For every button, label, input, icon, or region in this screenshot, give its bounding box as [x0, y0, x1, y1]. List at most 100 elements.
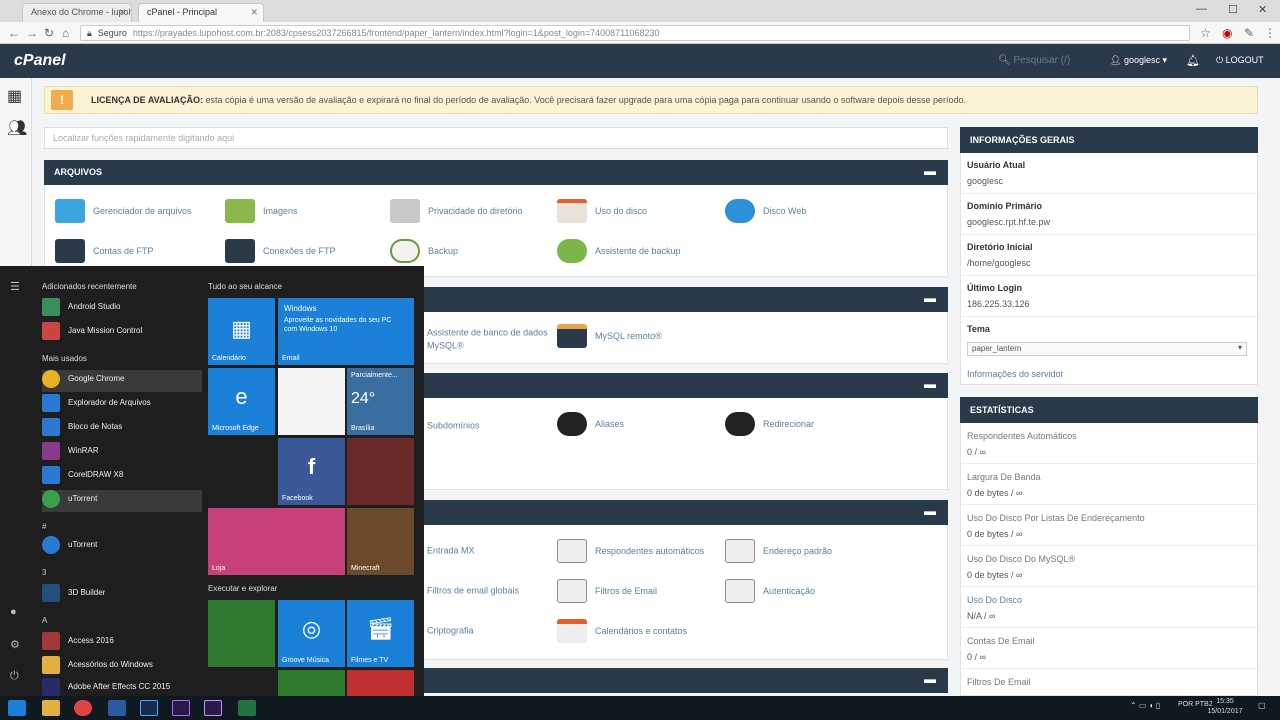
after-effects-icon[interactable]: [204, 700, 222, 716]
cpanel-logo[interactable]: cPanel: [14, 52, 66, 70]
collapse-icon[interactable]: ▬: [924, 672, 936, 686]
start-app-item[interactable]: Java Mission Control: [42, 322, 202, 344]
letter-heading[interactable]: A: [42, 616, 47, 625]
backup-link[interactable]: Backup: [390, 239, 458, 263]
autoresponders-link[interactable]: Respondentes automáticos: [557, 539, 704, 563]
films-tile[interactable]: 🎬︎ Filmes e TV: [347, 600, 414, 667]
url-input[interactable]: 🔒︎ Seguro https://prayades.lupohost.com.br…: [80, 25, 1190, 41]
calendars-contacts-link[interactable]: Calendários e contatos: [557, 619, 687, 643]
extension-icon[interactable]: ✎: [1244, 26, 1254, 40]
maximize-icon[interactable]: ☐: [1228, 3, 1238, 16]
logout-button[interactable]: ⏻ LOGOUT: [1216, 55, 1264, 66]
header-search[interactable]: 🔍︎ Pesquisar (/): [998, 55, 1070, 66]
global-filters-link[interactable]: Filtros de email globais: [427, 585, 519, 596]
calendar-tile[interactable]: ▦ Calendário: [208, 298, 275, 365]
bell-icon[interactable]: 🔔︎: [1186, 54, 1200, 67]
opera-icon[interactable]: ◉: [1222, 26, 1232, 40]
default-address-link[interactable]: Endereço padrão: [725, 539, 832, 563]
collapse-icon[interactable]: ▬: [924, 164, 936, 178]
edge-tile[interactable]: e Microsoft Edge: [208, 368, 275, 435]
start-app-item[interactable]: uTorrent: [42, 490, 202, 512]
windows-start-icon[interactable]: [8, 700, 26, 716]
users-icon[interactable]: 👥︎: [7, 118, 27, 138]
disk-usage-link[interactable]: Uso do disco: [557, 199, 647, 223]
facebook-tile[interactable]: f Facebook: [278, 438, 345, 505]
start-app-item[interactable]: Access 2016: [42, 632, 202, 654]
images-link[interactable]: Imagens: [225, 199, 298, 223]
settings-icon[interactable]: ⚙: [10, 638, 20, 651]
weather-tile[interactable]: Parcialmente... 24° Brasília: [347, 368, 414, 435]
game-tile[interactable]: [347, 670, 414, 696]
start-app-item[interactable]: Android Studio: [42, 298, 202, 320]
encryption-link[interactable]: Criptografia: [427, 625, 474, 636]
directory-privacy-link[interactable]: Privacidade do diretório: [390, 199, 523, 223]
start-app-item[interactable]: WinRAR: [42, 442, 202, 464]
start-app-item[interactable]: Explorador de Arquivos: [42, 394, 202, 416]
forward-icon[interactable]: →: [26, 26, 38, 40]
stat-row[interactable]: Uso Do Disco N/A / ∞: [967, 595, 1253, 621]
grid-icon[interactable]: ▦: [7, 86, 22, 106]
stat-label[interactable]: Uso Do Disco: [967, 595, 1253, 605]
close-icon[interactable]: ✕: [118, 7, 126, 18]
word-icon[interactable]: [108, 700, 126, 716]
tray-icons[interactable]: ⌃ ▭ ◖ ▯: [1130, 701, 1160, 710]
remote-mysql-link[interactable]: MySQL remoto®: [557, 324, 662, 348]
collapse-icon[interactable]: ▬: [924, 291, 936, 305]
section-header-arquivos[interactable]: ARQUIVOS ▬: [44, 160, 948, 185]
subdomains-link[interactable]: Subdomínios: [427, 420, 480, 431]
browser-tab-active[interactable]: cPanel - Principal ✕: [138, 3, 264, 22]
notifications-icon[interactable]: ▢: [1258, 701, 1266, 710]
email-filters-link[interactable]: Filtros de Email: [557, 579, 657, 603]
file-explorer-icon[interactable]: [42, 700, 60, 716]
xbox-tile[interactable]: [208, 600, 275, 667]
start-app-item[interactable]: Google Chrome: [42, 370, 202, 392]
theme-select[interactable]: paper_lantern ▾: [967, 342, 1247, 356]
chrome-icon[interactable]: [74, 700, 92, 716]
start-app-item[interactable]: Bloco de Notas: [42, 418, 202, 440]
user-menu[interactable]: 👤︎ googlesc ▾: [1110, 55, 1167, 66]
start-app-item[interactable]: Acessórios do Windows: [42, 656, 202, 678]
premiere-icon[interactable]: [172, 700, 190, 716]
minecraft-tile[interactable]: Minecraft: [347, 508, 414, 575]
minimize-icon[interactable]: —: [1196, 3, 1207, 15]
function-search-input[interactable]: Localizar funções rapidamente digitando …: [44, 127, 948, 149]
aliases-link[interactable]: Aliases: [557, 412, 624, 436]
ftp-connections-link[interactable]: Conexões de FTP: [225, 239, 336, 263]
file-manager-link[interactable]: Gerenciador de arquivos: [55, 199, 192, 223]
mysql-wizard-link[interactable]: Assistente de banco de dados MySQL®: [427, 326, 562, 351]
close-icon[interactable]: ✕: [250, 7, 258, 18]
web-disk-link[interactable]: Disco Web: [725, 199, 806, 223]
start-app-item[interactable]: uTorrent: [42, 536, 202, 558]
mail-tile[interactable]: Windows Aproveite as novidades do seu PC…: [278, 298, 414, 365]
user-icon[interactable]: ●: [10, 606, 17, 618]
start-app-item[interactable]: CorelDRAW X8: [42, 466, 202, 488]
server-info-link[interactable]: Informações do servidor: [967, 369, 1064, 379]
start-app-item[interactable]: Adobe After Effects CC 2015: [42, 678, 202, 696]
store-tile[interactable]: Loja: [208, 508, 345, 575]
letter-heading[interactable]: #: [42, 522, 46, 531]
star-icon[interactable]: ☆: [1200, 26, 1211, 40]
solitaire-tile[interactable]: [278, 670, 345, 696]
back-icon[interactable]: ←: [8, 26, 20, 40]
mx-entry-link[interactable]: Entrada MX: [427, 545, 475, 556]
groove-tile[interactable]: ◎ Groove Música: [278, 600, 345, 667]
clock[interactable]: 15:35 15/01/2017: [1204, 697, 1246, 717]
browser-tab[interactable]: Anexo do Chrome - lupoh ✕: [22, 3, 132, 22]
hamburger-icon[interactable]: ☰: [10, 280, 20, 293]
collapse-icon[interactable]: ▬: [924, 377, 936, 391]
home-icon[interactable]: ⌂: [62, 26, 69, 40]
collapse-icon[interactable]: ▬: [924, 504, 936, 518]
excel-icon[interactable]: [238, 700, 256, 716]
photoshop-icon[interactable]: [140, 700, 158, 716]
power-icon[interactable]: ⏻: [10, 670, 19, 683]
menu-icon[interactable]: ⋮: [1264, 26, 1276, 40]
letter-heading[interactable]: 3: [42, 568, 46, 577]
blank-tile[interactable]: [278, 368, 345, 435]
backup-wizard-link[interactable]: Assistente de backup: [557, 239, 681, 263]
authentication-link[interactable]: Autenticação: [725, 579, 815, 603]
ftp-accounts-link[interactable]: Contas de FTP: [55, 239, 154, 263]
redirects-link[interactable]: Redirecionar: [725, 412, 814, 436]
photos-tile[interactable]: [347, 438, 414, 505]
close-window-icon[interactable]: ✕: [1258, 3, 1267, 16]
reload-icon[interactable]: ↻: [44, 26, 54, 40]
